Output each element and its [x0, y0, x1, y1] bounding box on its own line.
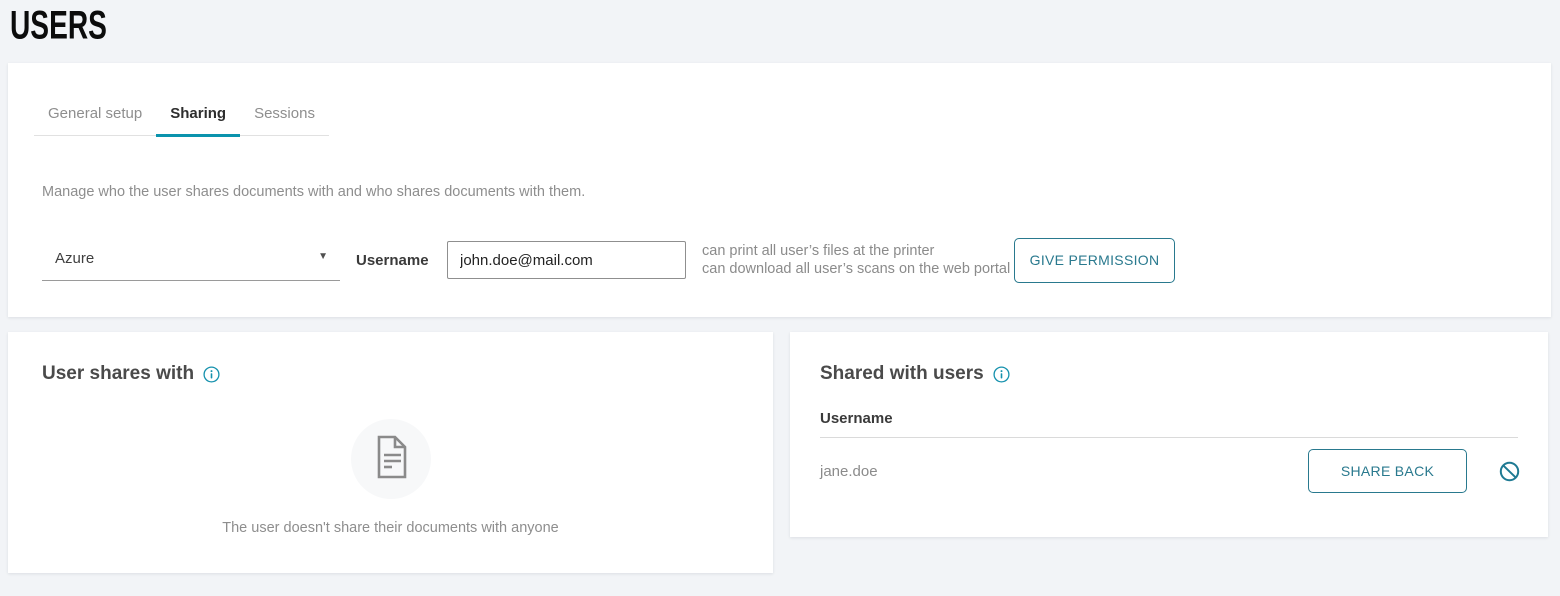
user-shares-with-card: User shares with The user doesn't share …: [8, 332, 773, 573]
username-input[interactable]: [447, 241, 686, 279]
document-icon-circle: [351, 419, 431, 499]
permission-hint-line: can download all user’s scans on the web…: [702, 260, 1002, 278]
info-icon[interactable]: [993, 366, 1010, 383]
document-icon: [374, 435, 408, 484]
tab-sessions[interactable]: Sessions: [240, 103, 329, 135]
shared-username: jane.doe: [820, 463, 1308, 480]
username-column-header: Username: [820, 410, 893, 427]
give-permission-button[interactable]: GIVE PERMISSION: [1014, 238, 1175, 283]
share-back-button[interactable]: SHARE BACK: [1308, 449, 1467, 493]
tab-bar: General setup Sharing Sessions: [34, 103, 329, 136]
username-label: Username: [356, 252, 432, 269]
user-shares-with-title: User shares with: [42, 363, 194, 385]
sharing-settings-panel: General setup Sharing Sessions Manage wh…: [8, 63, 1551, 317]
provider-select[interactable]: Azure ▼: [42, 237, 340, 281]
block-share-icon[interactable]: [1499, 461, 1520, 482]
empty-share-state: The user doesn't share their documents w…: [8, 419, 773, 536]
chevron-down-icon: ▼: [318, 251, 328, 262]
shared-with-users-title: Shared with users: [820, 363, 984, 385]
sharing-description: Manage who the user shares documents wit…: [42, 184, 585, 200]
permission-hint-line: can print all user’s files at the printe…: [702, 242, 1002, 260]
tab-sharing[interactable]: Sharing: [156, 103, 240, 135]
give-permission-form: Azure ▼ Username can print all user’s fi…: [42, 237, 1175, 283]
info-icon[interactable]: [203, 366, 220, 383]
page-title: USERS: [10, 4, 107, 49]
empty-share-message: The user doesn't share their documents w…: [8, 520, 773, 536]
tab-general-setup[interactable]: General setup: [34, 103, 156, 135]
permission-hints: can print all user’s files at the printe…: [702, 242, 1002, 278]
table-row: jane.doe SHARE BACK: [820, 434, 1520, 508]
provider-select-value: Azure: [55, 250, 94, 267]
shared-with-users-card: Shared with users Username jane.doe SHAR…: [790, 332, 1548, 537]
